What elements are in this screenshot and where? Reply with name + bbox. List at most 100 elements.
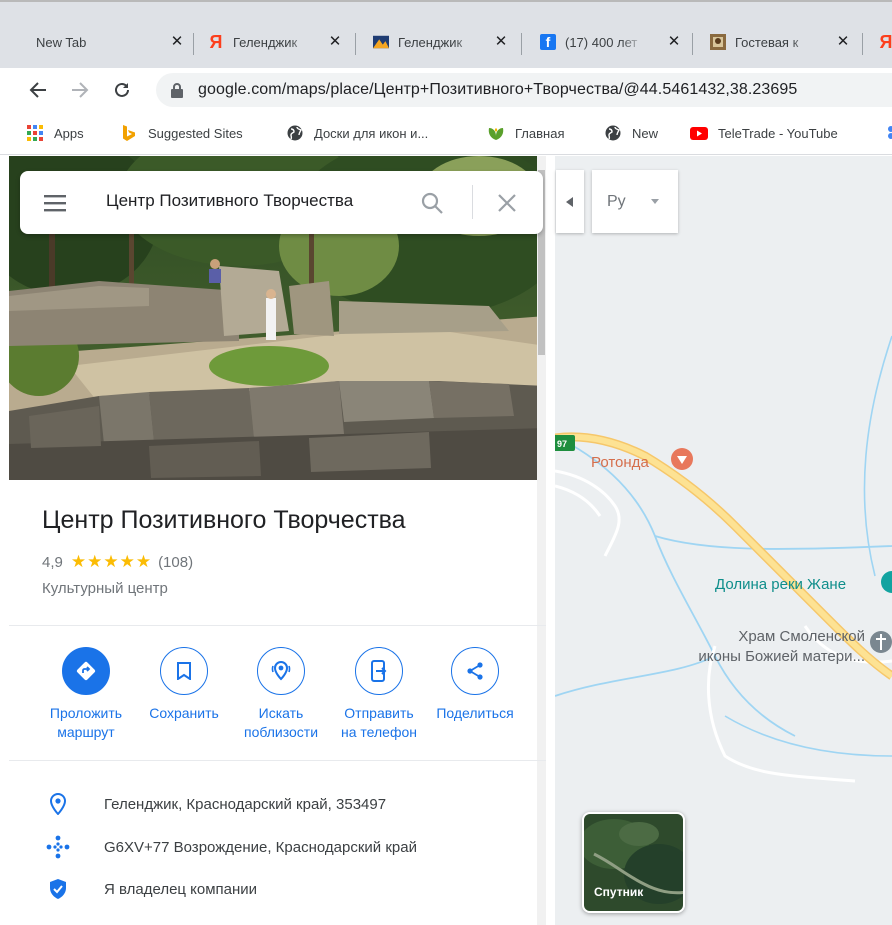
rating-row: 4,9 ★★★★★ (108) bbox=[42, 552, 193, 572]
globe-icon bbox=[604, 125, 622, 141]
poi-church[interactable]: Храм Смоленской bbox=[705, 628, 865, 645]
tab-title: Гостевая к bbox=[735, 34, 799, 50]
tab-gelendzhik-images[interactable]: Геленджик ✕ bbox=[373, 22, 510, 62]
hamburger-menu-icon[interactable] bbox=[44, 193, 68, 213]
search-icon[interactable] bbox=[420, 191, 444, 215]
bookmark-apps[interactable]: Apps bbox=[26, 125, 84, 141]
send-to-phone-button[interactable]: Отправить на телефон bbox=[331, 647, 427, 742]
chevron-down-icon bbox=[650, 199, 659, 204]
collapse-panel-button[interactable] bbox=[556, 170, 584, 233]
close-icon[interactable] bbox=[495, 191, 519, 215]
arrow-right-icon bbox=[72, 82, 89, 98]
action-label: Отправить на телефон bbox=[341, 705, 417, 740]
bookmark-label: Доски для икон и... bbox=[314, 125, 429, 141]
tab-title: Геленджик bbox=[398, 34, 463, 50]
bookmark-label: Apps bbox=[54, 125, 84, 141]
close-icon[interactable]: ✕ bbox=[326, 32, 344, 50]
poi-church-line2[interactable]: иконы Божией матери... bbox=[655, 648, 865, 665]
panel-scrollbar[interactable] bbox=[537, 156, 546, 925]
action-label: Поделиться bbox=[436, 705, 514, 721]
bookmark-new[interactable]: New bbox=[604, 125, 658, 141]
forward-button[interactable] bbox=[66, 76, 94, 104]
address-text: Геленджик, Краснодарский край, 353497 bbox=[104, 795, 387, 813]
send-to-phone-icon bbox=[355, 647, 403, 695]
star-rating-icon: ★★★★★ bbox=[70, 552, 153, 571]
bookmark-label: Главная bbox=[515, 125, 565, 141]
url-text: google.com/maps/place/Центр+Позитивного+… bbox=[198, 81, 798, 98]
tab-title: New Tab bbox=[36, 34, 87, 50]
rating-value: 4,9 bbox=[42, 553, 63, 571]
satellite-layer-button[interactable]: Спутник bbox=[582, 812, 685, 913]
search-input[interactable]: Центр Позитивного Творчества bbox=[106, 191, 406, 211]
tab-title: (17) 400 лет bbox=[565, 34, 638, 50]
review-count-link[interactable]: (108) bbox=[158, 554, 193, 571]
directions-button[interactable]: Проложить маршрут bbox=[38, 647, 134, 742]
verified-shield-icon bbox=[46, 877, 70, 901]
lock-icon bbox=[171, 83, 183, 98]
tab-facebook[interactable]: f (17) 400 лет ✕ bbox=[540, 22, 683, 62]
action-label: Сохранить bbox=[149, 705, 219, 721]
language-select[interactable]: Ру bbox=[592, 170, 678, 233]
close-icon[interactable]: ✕ bbox=[834, 32, 852, 50]
bookmark-icon bbox=[160, 647, 208, 695]
tab-title: Геленджик bbox=[233, 34, 298, 50]
bookmark-icon-boards[interactable]: Доски для икон и... bbox=[286, 125, 428, 141]
yandex-icon: Я bbox=[879, 31, 892, 52]
reload-button[interactable] bbox=[108, 76, 136, 104]
bookmark-label: Suggested Sites bbox=[148, 125, 243, 141]
tab-yandex[interactable]: Я bbox=[878, 22, 892, 62]
browser-toolbar: google.com/maps/place/Центр+Позитивного+… bbox=[0, 68, 892, 113]
satellite-label: Спутник bbox=[594, 885, 644, 899]
back-button[interactable] bbox=[24, 76, 52, 104]
tab-guest-house[interactable]: Гостевая к ✕ bbox=[710, 22, 852, 62]
bookmarks-bar: Apps Suggested Sites Доски для икон и...… bbox=[0, 113, 892, 155]
apps-grid-icon bbox=[26, 125, 44, 141]
plus-code-row[interactable]: G6XV+77 Возрождение, Краснодарский край bbox=[46, 835, 417, 859]
share-icon bbox=[451, 647, 499, 695]
divider bbox=[9, 760, 546, 761]
facebook-icon: f bbox=[540, 34, 556, 50]
claim-business-text: Я владелец компании bbox=[104, 880, 258, 898]
close-icon[interactable]: ✕ bbox=[492, 32, 510, 50]
directions-icon bbox=[62, 647, 110, 695]
close-icon[interactable]: ✕ bbox=[168, 32, 186, 50]
address-row[interactable]: Геленджик, Краснодарский край, 353497 bbox=[46, 792, 386, 816]
youtube-icon bbox=[690, 125, 708, 141]
poi-rotonda[interactable]: Ротонда bbox=[591, 454, 649, 471]
share-button[interactable]: Поделиться bbox=[427, 647, 523, 723]
bing-icon bbox=[120, 125, 138, 141]
divider bbox=[9, 625, 546, 626]
close-icon[interactable]: ✕ bbox=[665, 32, 683, 50]
save-button[interactable]: Сохранить bbox=[136, 647, 232, 723]
picture-icon bbox=[373, 34, 389, 50]
caret-left-icon bbox=[566, 196, 573, 207]
bookmark-favicon-icon bbox=[882, 125, 892, 141]
bookmark-label: New bbox=[632, 125, 659, 141]
bookmark-label: TeleTrade - YouTube bbox=[718, 125, 838, 141]
map-canvas[interactable]: 97 Ротонда Долина реки Жане Храм Смоленс… bbox=[555, 156, 892, 925]
divider bbox=[472, 185, 473, 219]
bookmark-overflow[interactable] bbox=[882, 125, 892, 141]
plus-code-icon bbox=[46, 835, 70, 859]
action-label: Искать поблизости bbox=[243, 705, 319, 740]
claim-business-row[interactable]: Я владелец компании bbox=[46, 877, 257, 901]
search-nearby-button[interactable]: Искать поблизости bbox=[233, 647, 329, 742]
action-label: Проложить маршрут bbox=[49, 705, 123, 740]
tab-strip: New Tab ✕ Я Геленджик ✕ Геленджик ✕ f (1… bbox=[0, 0, 892, 68]
poi-valley[interactable]: Долина реки Жане bbox=[715, 576, 846, 593]
location-pin-icon bbox=[46, 792, 70, 816]
tab-new-tab[interactable]: New Tab ✕ bbox=[36, 22, 186, 62]
arrow-left-icon bbox=[29, 82, 46, 98]
bookmark-teletrade-youtube[interactable]: TeleTrade - YouTube bbox=[690, 125, 838, 141]
address-bar[interactable]: google.com/maps/place/Центр+Позитивного+… bbox=[156, 73, 892, 107]
photo-icon bbox=[710, 34, 726, 50]
bookmark-home[interactable]: Главная bbox=[487, 125, 564, 141]
place-category[interactable]: Культурный центр bbox=[42, 580, 168, 597]
globe-icon bbox=[286, 125, 304, 141]
language-value: Ру bbox=[607, 192, 626, 210]
leaf-icon bbox=[487, 125, 505, 141]
tab-gelendzhik-yandex[interactable]: Я Геленджик ✕ bbox=[208, 22, 344, 62]
bookmark-suggested-sites[interactable]: Suggested Sites bbox=[120, 125, 243, 141]
road-badge: 97 bbox=[557, 439, 568, 449]
yandex-icon: Я bbox=[209, 31, 223, 52]
